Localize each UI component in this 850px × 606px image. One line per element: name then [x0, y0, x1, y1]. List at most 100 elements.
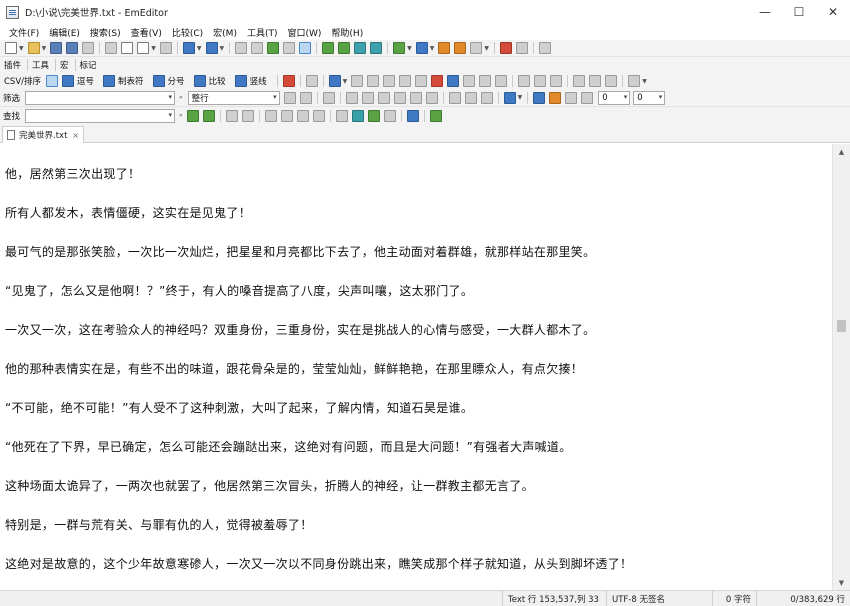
compare-mode-button[interactable]: 比较 — [192, 75, 229, 87]
delete-column-icon[interactable] — [367, 75, 380, 87]
sort-descending-icon[interactable] — [495, 75, 508, 87]
scroll-down-icon[interactable]: ▼ — [833, 575, 850, 590]
new-dropdown-icon[interactable]: ▼ — [19, 45, 24, 52]
find-icon[interactable] — [235, 42, 248, 54]
filter-options-icon[interactable]: » — [179, 94, 183, 101]
find-whole-word-icon[interactable] — [312, 109, 325, 122]
find-highlight-icon[interactable] — [351, 109, 364, 122]
menu-window[interactable]: 窗口(W) — [283, 26, 327, 39]
find-replace-icon[interactable] — [241, 109, 254, 122]
cut-column-icon[interactable] — [305, 75, 318, 87]
scrollbar-thumb[interactable] — [837, 320, 846, 332]
chevron-down-icon[interactable]: ▾ — [273, 93, 277, 101]
sort-icon[interactable] — [447, 75, 460, 87]
run-macro-icon[interactable] — [516, 42, 528, 54]
menu-file[interactable]: 文件(F) — [4, 26, 44, 39]
close-button[interactable]: ✕ — [816, 0, 850, 24]
split-column-icon[interactable] — [399, 75, 412, 87]
clear-filter-icon[interactable] — [299, 91, 312, 104]
chevron-down-icon[interactable]: ▾ — [168, 93, 172, 101]
column-align-icon[interactable] — [518, 75, 531, 87]
filter-lock-icon[interactable] — [549, 91, 562, 104]
clear-icon[interactable] — [431, 75, 444, 87]
column-width-icon[interactable] — [534, 75, 547, 87]
find-regex-icon[interactable] — [264, 109, 277, 122]
menu-compare[interactable]: 比较(C) — [167, 26, 208, 39]
sort-options-icon[interactable] — [463, 75, 476, 87]
tools-menu[interactable]: 工具 — [32, 59, 49, 71]
print-icon[interactable] — [82, 42, 95, 54]
find-list-icon[interactable] — [383, 109, 396, 122]
find-panel-icon[interactable] — [406, 109, 419, 122]
whole-word-icon[interactable] — [393, 91, 406, 104]
macro-menu[interactable]: 宏 — [60, 59, 69, 71]
filter-close-icon[interactable] — [581, 91, 594, 104]
regex-icon[interactable] — [345, 91, 358, 104]
paste-icon[interactable] — [137, 42, 150, 54]
save-all-icon[interactable] — [66, 42, 79, 54]
delete-icon[interactable] — [159, 42, 172, 54]
find-bracket-icon[interactable] — [296, 109, 309, 122]
find-options-icon[interactable]: » — [179, 112, 183, 119]
configuration-icon[interactable] — [393, 42, 406, 54]
csv-freeze-icon[interactable] — [605, 75, 618, 87]
tab-mode-button[interactable]: 制表符 — [101, 75, 147, 87]
comma-mode-button[interactable]: 逗号 — [60, 75, 97, 87]
wrap-none-icon[interactable] — [322, 42, 335, 54]
filter-column-icon[interactable] — [425, 91, 438, 104]
record-macro-icon[interactable] — [500, 42, 512, 54]
find-input[interactable]: ▾ — [25, 108, 175, 123]
filter-advanced-icon[interactable] — [503, 91, 516, 104]
filter-reset-icon[interactable] — [565, 91, 578, 104]
find-previous-icon[interactable] — [186, 109, 199, 122]
bracket-icon[interactable] — [377, 91, 390, 104]
context-after-select[interactable]: 0 ▾ — [633, 90, 666, 105]
csv-sort-menu[interactable]: CSV/排序 — [4, 75, 41, 87]
csv-convert-icon[interactable] — [282, 75, 295, 87]
menu-tools[interactable]: 工具(T) — [242, 26, 283, 39]
wrap-window-icon[interactable] — [338, 42, 351, 54]
save-icon[interactable] — [50, 42, 63, 54]
filter-scope-select[interactable]: 整行 ▾ — [187, 90, 280, 105]
vertical-scrollbar[interactable]: ▲ ▼ — [832, 144, 850, 590]
close-tab-icon[interactable]: × — [72, 131, 79, 140]
menu-help[interactable]: 帮助(H) — [326, 26, 368, 39]
open-dropdown-icon[interactable]: ▼ — [42, 45, 47, 52]
find-escape-icon[interactable] — [280, 109, 293, 122]
filter-advanced-dropdown-icon[interactable]: ▼ — [518, 94, 523, 101]
redo-icon[interactable] — [205, 42, 218, 54]
wrap-page-icon[interactable] — [370, 42, 383, 54]
csv-bold-icon[interactable] — [573, 75, 586, 87]
select-column-dropdown-icon[interactable]: ▼ — [343, 78, 348, 85]
chevron-down-icon[interactable]: ▾ — [659, 93, 663, 101]
undo-icon[interactable] — [182, 42, 195, 54]
menu-macro[interactable]: 宏(M) — [208, 26, 242, 39]
menu-view[interactable]: 查看(V) — [126, 26, 167, 39]
find-bookmark-icon[interactable] — [429, 109, 442, 122]
text-editor[interactable]: 他，居然第三次出现了！ 所有人都发木，表情僵硬，这实在是见鬼了！ 最可气的是那张… — [0, 144, 832, 590]
encoding-icon[interactable] — [415, 42, 428, 54]
minimize-button[interactable]: — — [748, 0, 782, 24]
status-encoding[interactable]: UTF-8 无签名 — [606, 590, 712, 606]
filter-copy-icon[interactable] — [448, 91, 461, 104]
find-next-icon[interactable] — [251, 42, 264, 54]
wrap-char-icon[interactable] — [354, 42, 367, 54]
menu-edit[interactable]: 编辑(E) — [44, 26, 85, 39]
status-position[interactable]: Text 行 153,537,列 33 — [502, 590, 606, 606]
view-dropdown-icon[interactable]: ▼ — [484, 45, 489, 52]
find-search-icon[interactable] — [225, 109, 238, 122]
csv-lock-icon[interactable] — [589, 75, 602, 87]
undo-dropdown-icon[interactable]: ▼ — [197, 45, 202, 52]
more-options-icon[interactable] — [628, 75, 641, 87]
menu-search[interactable]: 搜索(S) — [85, 26, 126, 39]
chevron-down-icon[interactable]: ▾ — [624, 93, 628, 101]
escape-sequence-icon[interactable] — [361, 91, 374, 104]
properties-icon[interactable] — [454, 42, 467, 54]
negative-filter-icon[interactable] — [409, 91, 422, 104]
marker-menu[interactable]: 标记 — [80, 59, 97, 71]
redo-dropdown-icon[interactable]: ▼ — [220, 45, 225, 52]
find-mark-icon[interactable] — [367, 109, 380, 122]
semicolon-mode-button[interactable]: 分号 — [151, 75, 188, 87]
document-tab[interactable]: 完美世界.txt × — [2, 126, 84, 143]
move-column-icon[interactable] — [415, 75, 428, 87]
